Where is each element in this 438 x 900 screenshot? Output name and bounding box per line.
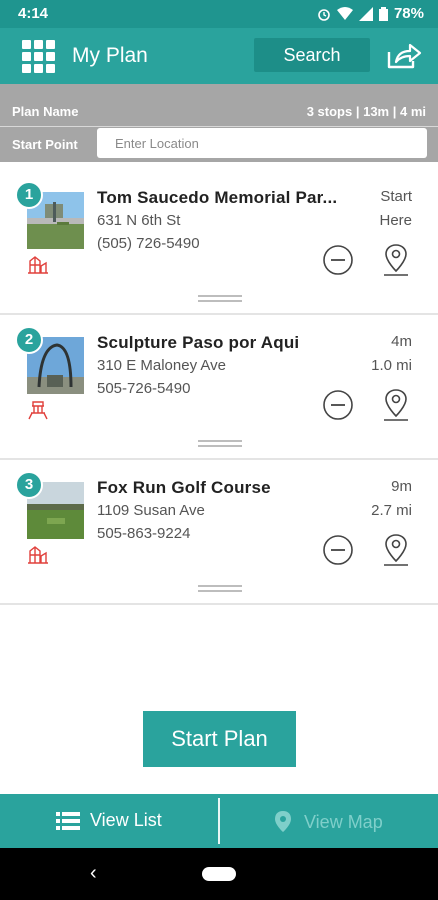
- stop-number-badge: 1: [15, 181, 43, 209]
- start-point-label: Start Point: [12, 137, 78, 152]
- app-bar: My Plan Search: [0, 28, 438, 84]
- stop-address: 631 N 6th St: [97, 212, 181, 229]
- park-category-icon: [28, 546, 48, 564]
- stop-name[interactable]: Fox Run Golf Course: [97, 478, 359, 498]
- status-icons: 78%: [317, 5, 424, 22]
- park-category-icon: [28, 256, 48, 274]
- remove-stop-icon[interactable]: [322, 389, 354, 421]
- stop-card[interactable]: 1 Tom Saucedo Memorial Par... 631 N 6th …: [0, 170, 438, 315]
- drag-handle[interactable]: [198, 585, 242, 593]
- tab-view-map[interactable]: View Map: [220, 794, 438, 848]
- battery-level: 78%: [393, 5, 424, 22]
- stop-address: 1109 Susan Ave: [97, 502, 205, 519]
- plan-name-label[interactable]: Plan Name: [12, 104, 78, 119]
- stop-card[interactable]: 2 Sculpture Paso por Aqui 310 E Maloney …: [0, 315, 438, 460]
- stop-name[interactable]: Tom Saucedo Memorial Par...: [97, 188, 359, 208]
- search-button[interactable]: Search: [254, 38, 370, 72]
- share-icon[interactable]: [386, 42, 422, 70]
- stop-time-label: 9m: [391, 478, 412, 495]
- remove-stop-icon[interactable]: [322, 244, 354, 276]
- map-marker-icon: [275, 811, 291, 832]
- tab-view-map-label: View Map: [304, 811, 383, 832]
- system-nav-bar: ‹: [0, 848, 438, 900]
- status-bar: 4:14 78%: [0, 0, 438, 28]
- stops-list: 1 Tom Saucedo Memorial Par... 631 N 6th …: [0, 170, 438, 605]
- monument-category-icon: [28, 401, 48, 420]
- start-plan-button[interactable]: Start Plan: [143, 711, 296, 767]
- drag-handle[interactable]: [198, 440, 242, 448]
- bottom-tab-bar: View List View Map: [0, 794, 438, 848]
- stop-distance-label: Here: [379, 212, 412, 229]
- start-location-input[interactable]: [97, 128, 427, 158]
- plan-divider: [0, 126, 438, 127]
- map-pin-icon[interactable]: [380, 387, 412, 423]
- page-title: My Plan: [72, 44, 148, 67]
- battery-icon: [378, 6, 388, 21]
- stop-distance-label: 2.7 mi: [371, 502, 412, 519]
- back-icon[interactable]: ‹: [90, 862, 97, 885]
- plan-summary-bar: Plan Name 3 stops | 13m | 4 mi Start Poi…: [0, 84, 438, 162]
- stop-time-label: Start: [380, 188, 412, 205]
- plan-stats: 3 stops | 13m | 4 mi: [306, 104, 426, 119]
- list-icon: [56, 811, 80, 830]
- map-pin-icon[interactable]: [380, 532, 412, 568]
- stop-distance-label: 1.0 mi: [371, 357, 412, 374]
- stop-time-label: 4m: [391, 333, 412, 350]
- alarm-icon: [318, 8, 330, 21]
- stop-phone[interactable]: 505-863-9224: [97, 525, 190, 542]
- remove-stop-icon[interactable]: [322, 534, 354, 566]
- signal-icon: [358, 6, 373, 21]
- stop-phone[interactable]: 505-726-5490: [97, 380, 190, 397]
- tab-view-list[interactable]: View List: [0, 794, 219, 848]
- map-pin-icon[interactable]: [380, 242, 412, 278]
- stop-number-badge: 3: [15, 471, 43, 499]
- stop-address: 310 E Maloney Ave: [97, 357, 226, 374]
- tab-view-list-label: View List: [90, 810, 162, 830]
- stop-name[interactable]: Sculpture Paso por Aqui: [97, 333, 359, 353]
- drag-handle[interactable]: [198, 295, 242, 303]
- stop-phone[interactable]: (505) 726-5490: [97, 235, 200, 252]
- menu-grid-icon[interactable]: [22, 40, 56, 73]
- status-time: 4:14: [18, 5, 49, 22]
- stop-number-badge: 2: [15, 326, 43, 354]
- stop-card[interactable]: 3 Fox Run Golf Course 1109 Susan Ave 505…: [0, 460, 438, 605]
- home-pill-icon[interactable]: [202, 867, 236, 881]
- wifi-icon: [336, 6, 353, 20]
